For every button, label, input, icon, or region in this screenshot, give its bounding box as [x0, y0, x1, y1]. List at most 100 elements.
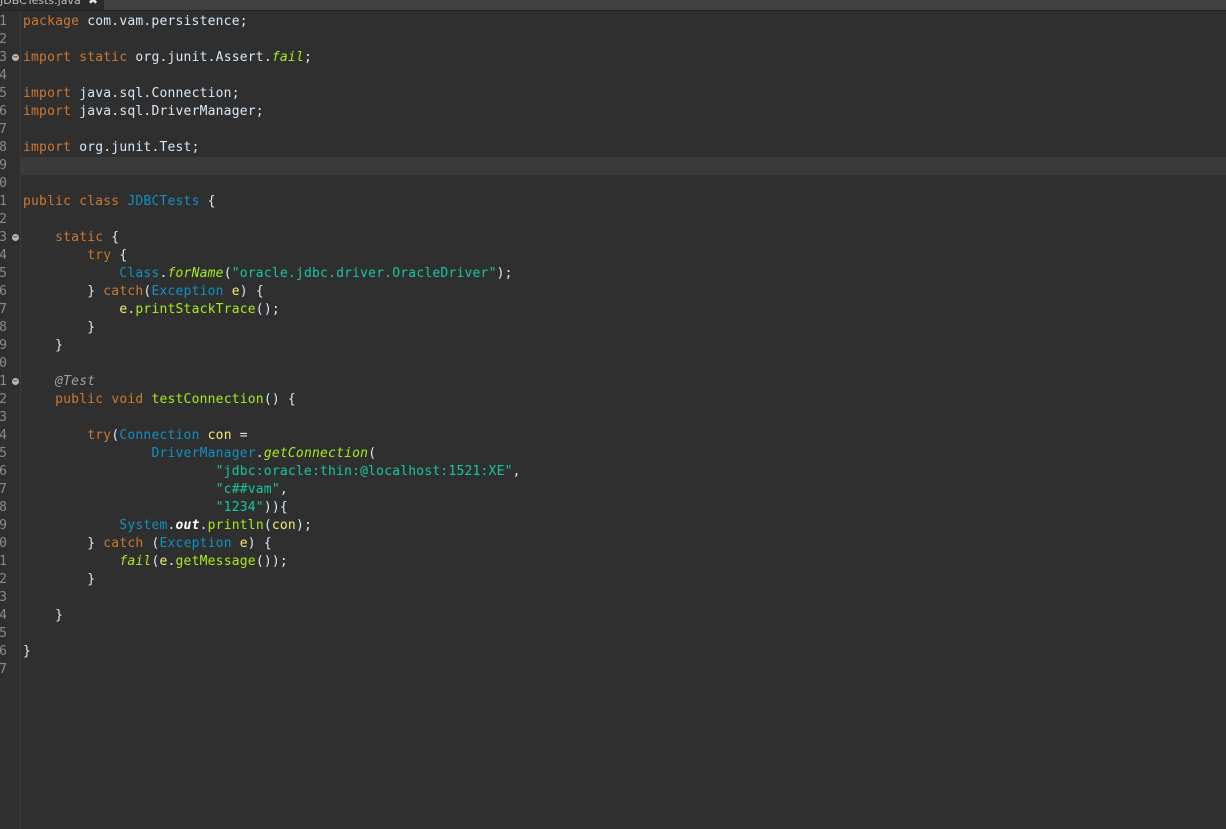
line-number: 22 [0, 392, 7, 407]
code-line: static { [23, 229, 119, 247]
code-line: } catch(Exception e) { [23, 283, 264, 301]
line-number: 37 [0, 662, 7, 677]
code-token: } [23, 320, 96, 335]
line-number: 27 [0, 482, 7, 497]
line-number: 11 [0, 194, 7, 209]
editor-tab-bar: JDBCTests.java ✖ [0, 0, 1226, 11]
code-token: System [119, 518, 168, 533]
code-token: Connection [119, 428, 200, 443]
code-token: out [175, 518, 200, 533]
line-number: 28 [0, 500, 7, 515]
line-number: 9 [0, 158, 7, 173]
code-token: fail [271, 50, 304, 65]
code-line: } [23, 319, 95, 337]
line-number: 32 [0, 572, 7, 587]
code-line: } [23, 337, 63, 355]
fold-toggle-icon[interactable]: − [12, 378, 19, 385]
line-number-gutter: 123−45678910111213−1415161718192021−2223… [0, 11, 21, 829]
line-number: 19 [0, 338, 7, 353]
line-number: 6 [0, 104, 7, 119]
code-token: ( [368, 446, 377, 461]
fold-toggle-icon[interactable]: − [12, 54, 19, 61]
code-token: Exception [159, 536, 232, 551]
code-token: con [207, 428, 232, 443]
line-number: 31 [0, 554, 7, 569]
code-token: Exception [151, 284, 224, 299]
code-token: com.vam.persistence; [79, 14, 248, 29]
line-number: 20 [0, 356, 7, 371]
fold-toggle-icon[interactable]: − [12, 234, 19, 241]
code-line: import org.junit.Test; [23, 139, 200, 157]
code-line: } catch (Exception e) { [23, 535, 272, 553]
code-token: DriverManager [151, 446, 256, 461]
code-line: fail(e.getMessage()); [23, 553, 288, 571]
code-token: } [23, 608, 64, 623]
code-line: try(Connection con = [23, 427, 248, 445]
line-number: 24 [0, 428, 7, 443]
line-number: 36 [0, 644, 7, 659]
code-token: public [55, 392, 104, 407]
code-line: "c##vam", [23, 481, 288, 499]
code-token: . [159, 266, 168, 281]
code-line: } [23, 643, 31, 661]
code-token: getConnection [263, 446, 369, 461]
code-token: println [207, 518, 264, 533]
code-token: java.sql.DriverManager; [71, 104, 264, 119]
code-line: import static org.junit.Assert.fail; [23, 49, 312, 67]
code-token: ); [295, 518, 313, 533]
close-icon[interactable]: ✖ [88, 0, 98, 7]
code-line: Class.forName("oracle.jdbc.driver.Oracle… [23, 265, 513, 283]
code-token: static [79, 50, 128, 65]
code-line: e.printStackTrace(); [23, 301, 280, 319]
code-token: "1234" [215, 500, 264, 515]
code-editor[interactable]: package com.vam.persistence; import stati… [21, 11, 1226, 829]
code-line: } [23, 571, 95, 589]
code-token: fail [119, 554, 152, 569]
line-number: 14 [0, 248, 7, 263]
line-number: 7 [0, 122, 7, 137]
code-token: ( [263, 518, 272, 533]
code-token: { [103, 230, 120, 245]
line-number: 16 [0, 284, 7, 299]
line-number: 34 [0, 608, 7, 623]
code-token: ) { [247, 536, 272, 551]
code-token: ; [303, 50, 312, 65]
code-token: { [111, 248, 128, 263]
line-number: 29 [0, 518, 7, 533]
code-token: con [271, 518, 296, 533]
tab-jdbctests[interactable]: JDBCTests.java ✖ [0, 0, 104, 10]
line-number: 17 [0, 302, 7, 317]
line-number: 30 [0, 536, 7, 551]
code-token: org.junit.Assert. [127, 50, 272, 65]
line-number: 8 [0, 140, 7, 155]
code-line: } [23, 607, 63, 625]
code-token: } [23, 338, 64, 353]
code-token: void [111, 392, 144, 407]
code-token: = [231, 428, 248, 443]
code-line: try { [23, 247, 127, 265]
line-number: 35 [0, 626, 7, 641]
code-token: } [23, 644, 32, 659]
code-token: @Test [55, 374, 96, 389]
code-line: import java.sql.DriverManager; [23, 103, 264, 121]
code-token: (); [255, 302, 280, 317]
code-token: "oracle.jdbc.driver.OracleDriver" [231, 266, 497, 281]
code-token: java.sql.Connection; [71, 86, 240, 101]
code-token: class [79, 194, 120, 209]
code-token: ) { [239, 284, 264, 299]
code-token: , [512, 464, 521, 479]
code-token: testConnection [151, 392, 264, 407]
